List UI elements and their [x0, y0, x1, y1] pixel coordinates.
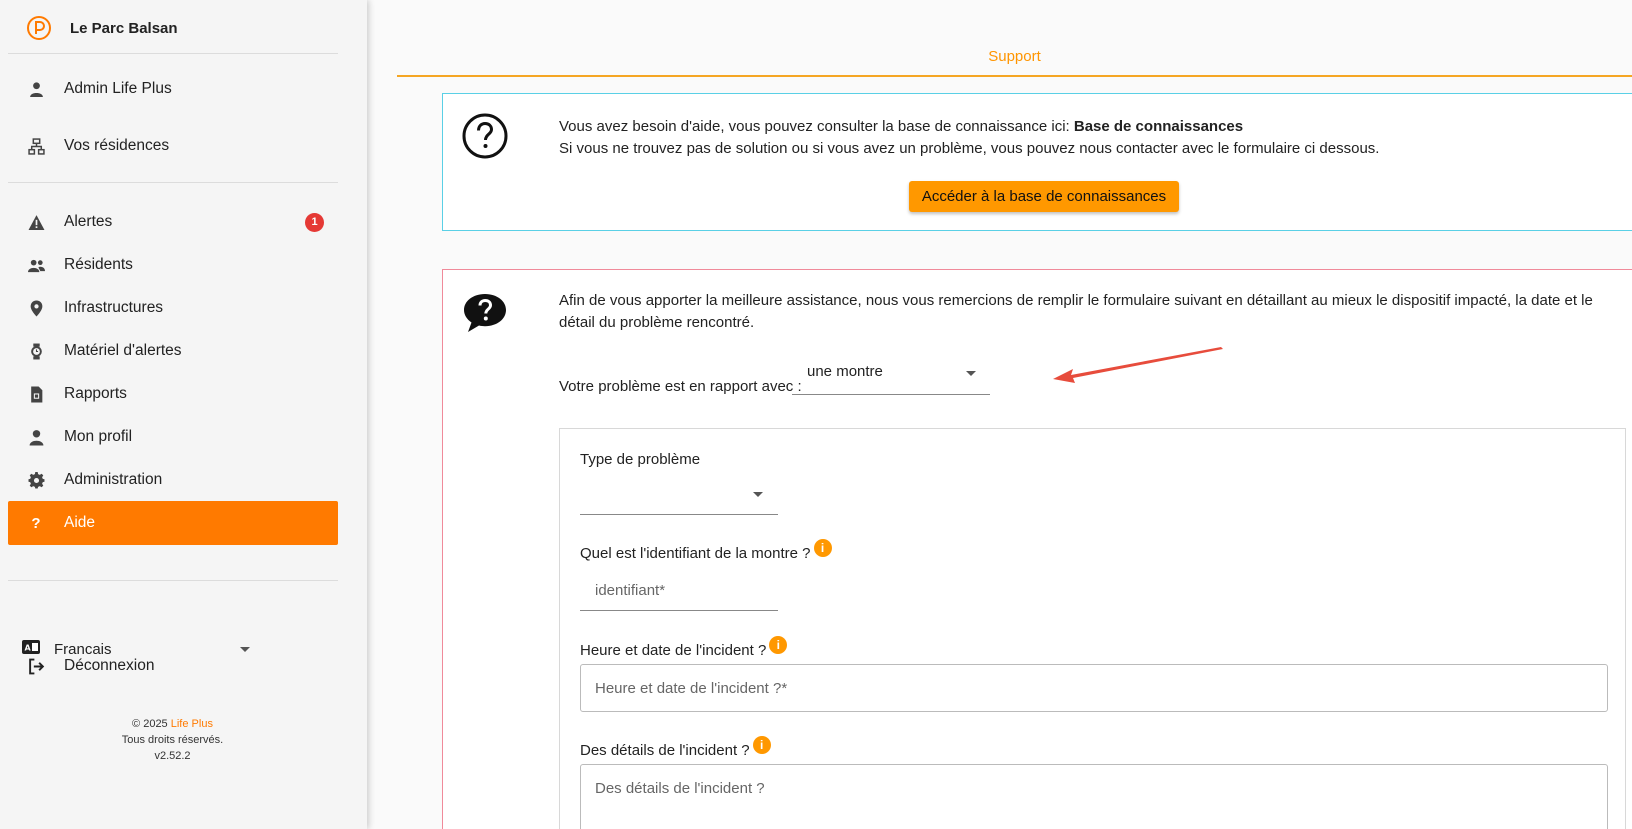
incident-details-placeholder: Des détails de l'incident ?	[595, 780, 765, 797]
users-icon	[26, 255, 46, 275]
sidebar-item-label: Infrastructures	[64, 299, 164, 316]
sidebar-item-label: Rapports	[64, 385, 127, 402]
logout-icon	[26, 656, 46, 676]
sidebar-item-rapports[interactable]: Rapports	[8, 372, 338, 416]
brand-name: Le Parc Balsan	[70, 19, 178, 37]
report-file-icon	[26, 384, 46, 404]
chevron-down-icon	[753, 492, 763, 497]
sidebar-divider	[8, 53, 338, 54]
sidebar-item-label: Mon profil	[64, 428, 133, 445]
sidebar-item-label: Alertes	[64, 213, 113, 230]
brand[interactable]: Le Parc Balsan	[0, 0, 367, 56]
problem-type-select[interactable]	[580, 475, 778, 515]
info-line-2: Si vous ne trouvez pas de solution ou si…	[559, 140, 1380, 157]
version-text: v2.52.2	[154, 750, 191, 762]
tab-underline	[397, 75, 1632, 77]
logout-button[interactable]: Déconnexion	[8, 644, 338, 688]
watch-icon	[26, 341, 46, 361]
main-content: Support Vous avez besoin d'aide, vous po…	[397, 0, 1632, 829]
info-tooltip-icon[interactable]: i	[752, 736, 771, 754]
sidebar-item-materiel-alertes[interactable]: Matériel d'alertes	[8, 329, 338, 373]
admin-user-icon	[26, 79, 46, 99]
sidebar-item-administration[interactable]: Administration	[8, 458, 338, 502]
sidebar-footer: © 2025 Life Plus Tous droits réservés. v…	[0, 716, 345, 764]
sidebar-item-aide[interactable]: ? Aide	[8, 501, 338, 545]
sidebar-item-label: Aide	[64, 514, 96, 531]
warning-icon	[26, 212, 46, 232]
problem-details-panel: Type de problème Quel est l'identifiant …	[559, 428, 1626, 829]
sidebar-divider	[8, 182, 338, 183]
info-line-1: Vous avez besoin d'aide, vous pouvez con…	[559, 118, 1074, 135]
incident-date-input[interactable]: Heure et date de l'incident ?*	[580, 664, 1608, 712]
annotation-arrow	[1053, 347, 1223, 383]
sidebar-item-label: Administration	[64, 471, 163, 488]
help-info-card: Vous avez besoin d'aide, vous pouvez con…	[442, 93, 1632, 231]
copyright-text: © 2025	[132, 718, 168, 730]
incident-date-label: Heure et date de l'incident ? i	[580, 636, 788, 659]
sidebar: Le Parc Balsan Admin Life Plus Vos résid…	[0, 0, 367, 829]
support-form-card: Afin de vous apporter la meilleure assis…	[442, 269, 1632, 829]
problem-type-label: Type de problème	[580, 451, 700, 468]
watch-id-placeholder: identifiant*	[595, 582, 666, 599]
brand-logo-icon	[27, 16, 51, 40]
chat-question-icon	[464, 294, 506, 332]
knowledge-base-button[interactable]: Accéder à la base de connaissances	[909, 181, 1179, 212]
incident-details-label: Des détails de l'incident ? i	[580, 736, 771, 759]
tab-support[interactable]: Support	[397, 38, 1632, 78]
watch-id-label-text: Quel est l'identifiant de la montre ?	[580, 544, 811, 562]
rights-text: Tous droits réservés.	[121, 734, 224, 746]
help-info-text: Vous avez besoin d'aide, vous pouvez con…	[559, 116, 1379, 160]
sidebar-item-vos-residences[interactable]: Vos résidences	[8, 124, 338, 168]
incident-date-placeholder: Heure et date de l'incident ?*	[595, 679, 788, 697]
watch-id-input[interactable]: identifiant*	[580, 571, 778, 611]
problem-type-label-text: Type de problème	[580, 451, 701, 468]
sidebar-item-alertes[interactable]: Alertes 1	[8, 200, 338, 244]
life-plus-link[interactable]: Life Plus	[171, 718, 213, 730]
sidebar-item-mon-profil[interactable]: Mon profil	[8, 415, 338, 459]
sidebar-item-residents[interactable]: Résidents	[8, 243, 338, 287]
related-label: Votre problème est en rapport avec :	[559, 378, 802, 395]
sitemap-icon	[26, 136, 46, 156]
incident-date-label-text: Heure et date de l'incident ?	[580, 641, 767, 659]
info-tooltip-icon[interactable]: i	[813, 539, 832, 557]
incident-details-textarea[interactable]: Des détails de l'incident ?	[580, 764, 1608, 829]
sidebar-item-label: Admin Life Plus	[64, 80, 172, 97]
gear-icon	[26, 470, 46, 490]
location-pin-icon	[26, 298, 46, 318]
sidebar-item-label: Résidents	[64, 256, 133, 273]
watch-id-label: Quel est l'identifiant de la montre ? i	[580, 539, 832, 562]
sidebar-item-admin-life-plus[interactable]: Admin Life Plus	[8, 67, 338, 111]
related-device-value: une montre	[807, 363, 883, 380]
alert-count-badge: 1	[305, 212, 324, 232]
form-intro-text: Afin de vous apporter la meilleure assis…	[559, 292, 1593, 331]
sidebar-item-infrastructures[interactable]: Infrastructures	[8, 286, 338, 330]
related-device-select[interactable]: une montre	[792, 363, 990, 395]
logout-label: Déconnexion	[64, 657, 155, 674]
info-tooltip-icon[interactable]: i	[769, 636, 788, 654]
sidebar-item-label: Matériel d'alertes	[64, 342, 182, 359]
sidebar-item-label: Vos résidences	[64, 137, 170, 154]
question-circle-icon	[462, 113, 508, 159]
sidebar-divider	[8, 580, 338, 581]
question-icon: ?	[31, 514, 41, 532]
knowledge-base-link[interactable]: Base de connaissances	[1074, 118, 1243, 135]
chevron-down-icon	[966, 371, 976, 376]
incident-details-label-text: Des détails de l'incident ?	[580, 741, 750, 759]
person-icon	[26, 427, 46, 447]
